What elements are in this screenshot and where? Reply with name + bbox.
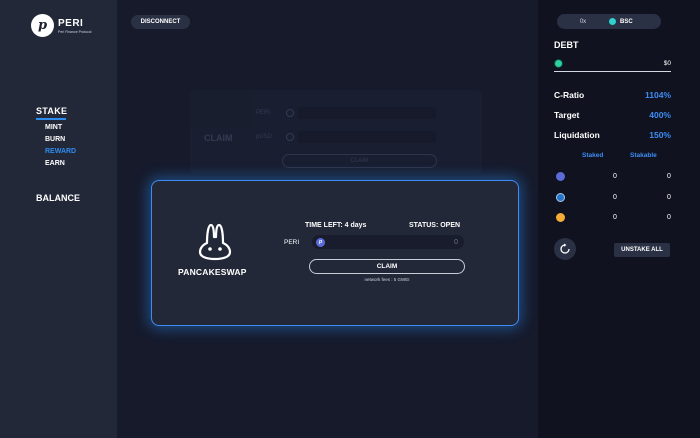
nav-menu: STAKE MINT BURN REWARD EARN — [36, 106, 76, 172]
pancakeswap-bunny-icon — [198, 223, 232, 261]
nav-item-burn[interactable]: BURN — [45, 136, 76, 143]
usdc-coin-icon — [556, 192, 565, 202]
status-text: STATUS: OPEN — [409, 222, 461, 229]
claim-button[interactable]: CLAIM — [309, 259, 465, 274]
table-row: 0 0 — [556, 212, 671, 222]
refresh-icon — [560, 243, 570, 254]
dai-coin-icon — [556, 212, 565, 222]
debt-row: $0 — [554, 58, 671, 72]
logo-title: PERI — [58, 17, 84, 29]
peri-coin-icon: p — [316, 237, 325, 247]
peri-logo-icon: p — [31, 14, 54, 37]
table-header-stakable: Stakable — [630, 152, 657, 159]
background-claim-button: CLAIM — [282, 154, 437, 168]
nav-stake[interactable]: STAKE — [36, 106, 76, 116]
peri-coin-icon — [286, 109, 294, 117]
background-peri-row: PERI — [256, 107, 436, 119]
peri-reward-value: 0 — [454, 238, 458, 246]
pusd-coin-icon — [554, 59, 563, 68]
disconnect-button[interactable]: DISCONNECT — [131, 15, 190, 29]
sidebar: p PERI Peri Finance Protocol STAKE MINT … — [0, 0, 117, 438]
table-header-staked: Staked — [582, 152, 604, 159]
right-panel: 0x BSC DEBT $0 C-Ratio 1104% Target 400%… — [538, 0, 700, 438]
network-chain[interactable]: BSC — [609, 18, 633, 25]
time-left: TIME LEFT: 4 days — [305, 222, 367, 229]
stat-target: Target 400% — [554, 110, 671, 120]
nav-item-reward[interactable]: REWARD — [45, 148, 76, 155]
nav-stake-underline — [36, 118, 66, 120]
peri-label: PERI — [284, 238, 300, 246]
stat-liquidation: Liquidation 150% — [554, 130, 671, 140]
nav-balance[interactable]: BALANCE — [36, 193, 80, 203]
pool-brand-name: PANCAKESWAP — [178, 267, 247, 277]
background-claim-title: CLAIM — [204, 133, 233, 143]
network-status-dot-icon — [609, 18, 616, 25]
peri-reward-row: PERI p 0 — [284, 235, 464, 249]
logo[interactable]: p PERI Peri Finance Protocol — [31, 14, 91, 37]
debt-title: DEBT — [554, 40, 579, 50]
network-fees: network fees : 5 GWEI — [364, 277, 410, 282]
peri-reward-field: p 0 — [312, 235, 464, 249]
pusd-coin-icon — [286, 133, 294, 141]
nav-item-mint[interactable]: MINT — [45, 124, 76, 131]
nav-item-earn[interactable]: EARN — [45, 160, 76, 167]
unstake-all-button[interactable]: UNSTAKE ALL — [614, 243, 670, 257]
debt-value: $0 — [663, 60, 671, 67]
logo-tagline: Peri Finance Protocol — [58, 29, 92, 34]
table-row: 0 0 — [556, 171, 671, 181]
background-pusd-row: pUSD — [256, 131, 436, 143]
background-claim-panel: CLAIM PERI pUSD CLAIM — [190, 90, 482, 174]
refresh-button[interactable] — [554, 238, 576, 260]
table-row: 0 0 — [556, 192, 671, 202]
wallet-address[interactable]: 0x — [557, 19, 609, 25]
stat-c-ratio: C-Ratio 1104% — [554, 90, 671, 100]
claim-modal: PANCAKESWAP TIME LEFT: 4 days STATUS: OP… — [151, 180, 519, 326]
network-selector[interactable]: 0x BSC — [557, 14, 661, 29]
nav-stake-submenu: MINT BURN REWARD EARN — [45, 124, 76, 167]
peri-coin-icon — [556, 171, 565, 181]
